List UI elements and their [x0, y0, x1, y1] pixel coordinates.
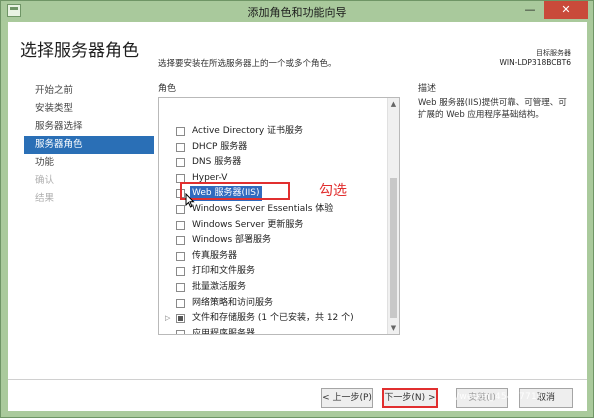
list-item[interactable]: Windows 部署服务 [159, 233, 387, 249]
role-label: 传真服务器 [192, 250, 238, 261]
role-label: 应用程序服务器 [192, 328, 256, 335]
nav-item-before-you-begin[interactable]: 开始之前 [24, 82, 154, 100]
role-label: DNS 服务器 [192, 157, 242, 168]
role-label: Windows Server 更新服务 [192, 219, 304, 230]
footer-divider [8, 379, 587, 380]
list-item[interactable]: Active Directory 证书服务 [159, 124, 387, 140]
expand-arrow-icon[interactable]: ▷ [165, 311, 170, 326]
nav-item-features[interactable]: 功能 [24, 154, 154, 172]
role-checkbox[interactable] [176, 298, 185, 308]
window-title: 添加角色和功能向导 [247, 6, 347, 19]
role-label: Active Directory 证书服务 [192, 126, 304, 136]
nav-item-server-roles[interactable]: 服务器角色 [24, 136, 154, 154]
description-text: Web 服务器(IIS)提供可靠、可管理、可扩展的 Web 应用程序基础结构。 [418, 98, 567, 120]
roles-list[interactable]: Active Directory 证书服务 DHCP 服务器 DNS 服务器 H… [158, 97, 400, 335]
role-checkbox[interactable] [176, 220, 185, 230]
list-item[interactable]: 传真服务器 [159, 249, 387, 265]
scroll-thumb[interactable] [390, 178, 397, 318]
description-heading: 描述 [418, 84, 437, 94]
role-checkbox[interactable] [176, 236, 185, 246]
role-checkbox[interactable] [176, 251, 185, 261]
annotation-text: 勾选 [319, 183, 347, 199]
mouse-cursor-icon [185, 193, 195, 208]
page-title: 选择服务器角色 [20, 41, 139, 61]
role-checkbox[interactable] [176, 158, 185, 168]
destination-server: 目标服务器 WIN-LDP318BCBT6 [500, 48, 571, 67]
watermark: /weixin_45437716 [456, 392, 544, 402]
list-item[interactable]: Windows Server 更新服务 [159, 218, 387, 234]
role-label: DHCP 服务器 [192, 141, 248, 152]
list-item[interactable]: 网络策略和访问服务 [159, 296, 387, 312]
role-label: Windows 部署服务 [192, 235, 272, 246]
role-checkbox[interactable] [176, 329, 185, 334]
role-checkbox[interactable] [176, 142, 185, 152]
roles-heading: 角色 [158, 84, 177, 94]
role-label: Windows Server Essentials 体验 [192, 204, 334, 214]
list-item[interactable]: 批量激活服务 [159, 280, 387, 296]
list-item[interactable]: DHCP 服务器 [159, 140, 387, 156]
wizard-window: 添加角色和功能向导 — ✕ 选择服务器角色 目标服务器 WIN-LDP318BC… [0, 0, 594, 418]
role-label: 网络策略和访问服务 [192, 297, 274, 308]
minimize-button[interactable]: — [517, 1, 543, 19]
role-label: 批量激活服务 [192, 282, 247, 292]
list-item[interactable]: 应用程序服务器 [159, 327, 387, 335]
close-button[interactable]: ✕ [544, 1, 588, 19]
role-label: 文件和存储服务 (1 个已安装，共 12 个) [192, 313, 354, 324]
scroll-up-icon[interactable]: ▲ [388, 98, 399, 110]
role-checkbox[interactable] [176, 283, 185, 292]
nav-item-installation-type[interactable]: 安装类型 [24, 100, 154, 118]
instruction-text: 选择要安装在所选服务器上的一个或多个角色。 [158, 59, 337, 69]
list-item-file-storage[interactable]: ▷ 文件和存储服务 (1 个已安装，共 12 个) [159, 311, 387, 327]
list-item[interactable]: DNS 服务器 [159, 155, 387, 171]
next-button[interactable]: 下一步(N) > [382, 388, 438, 408]
role-checkbox[interactable] [176, 314, 185, 324]
nav-item-confirmation: 确认 [35, 175, 55, 186]
roles-scrollbar[interactable]: ▲ ▼ [387, 98, 399, 334]
role-checkbox[interactable] [176, 127, 185, 136]
title-bar[interactable]: 添加角色和功能向导 — ✕ [1, 1, 593, 21]
role-label: 打印和文件服务 [192, 266, 256, 277]
annotation-highlight-box [180, 182, 290, 200]
previous-button[interactable]: < 上一步(P) [321, 388, 373, 408]
nav-item-server-selection[interactable]: 服务器选择 [24, 118, 154, 136]
nav-item-results: 结果 [35, 193, 55, 204]
wizard-nav: 开始之前 安装类型 服务器选择 服务器角色 功能 确认 结果 [24, 82, 154, 208]
role-checkbox[interactable] [176, 267, 185, 277]
role-checkbox[interactable] [176, 205, 185, 214]
destination-server-name: WIN-LDP318BCBT6 [499, 58, 571, 67]
destination-server-label: 目标服务器 [536, 49, 571, 57]
list-item[interactable]: 打印和文件服务 [159, 264, 387, 280]
scroll-down-icon[interactable]: ▼ [388, 322, 399, 334]
